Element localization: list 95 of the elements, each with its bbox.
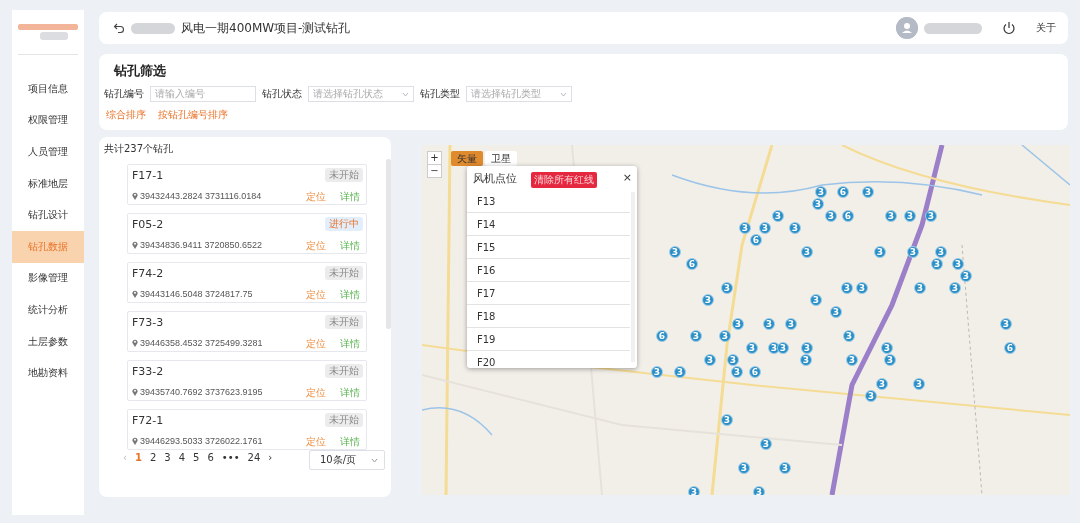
select-field[interactable]: 请选择钻孔状态 (308, 86, 414, 102)
turbine-item[interactable]: F20 (467, 351, 630, 368)
borehole-name: F73-3 (132, 316, 164, 329)
pin-icon (132, 241, 138, 249)
sidebar-item[interactable]: 影像管理 (12, 262, 84, 295)
sidebar-item[interactable]: 地勘资料 (12, 357, 84, 389)
turbine-item[interactable]: F19 (467, 328, 630, 351)
status-badge: 未开始 (325, 266, 363, 280)
scrollbar[interactable] (386, 159, 391, 329)
locate-link[interactable]: 定位 (306, 337, 326, 351)
detail-link[interactable]: 详情 (340, 288, 360, 302)
sidebar-item[interactable]: 人员管理 (12, 136, 84, 168)
turbine-item[interactable]: F18 (467, 305, 630, 328)
page-number[interactable]: 2 (149, 452, 157, 463)
page-number[interactable]: 6 (207, 452, 214, 463)
status-badge: 未开始 (325, 168, 363, 182)
status-badge: 进行中 (325, 217, 363, 231)
back-icon[interactable] (113, 22, 125, 34)
borehole-name: F17-1 (132, 169, 164, 182)
detail-link[interactable]: 详情 (340, 337, 360, 351)
sidebar-item[interactable]: 钻孔数据 (12, 230, 84, 263)
borehole-name: F74-2 (132, 267, 164, 280)
pin-icon (132, 290, 138, 298)
field-label: 钻孔状态 (262, 87, 302, 101)
filter-title: 钻孔筛选 (114, 62, 167, 80)
page-size-select[interactable]: 10条/页 (309, 450, 385, 470)
coordinates: 39443146.5048 3724817.75 (140, 289, 253, 299)
pin-icon (132, 192, 138, 200)
pin-icon (132, 437, 138, 445)
blurred-text (131, 22, 175, 34)
close-button[interactable]: × (622, 171, 632, 184)
popup-title: 风机点位 (473, 171, 517, 186)
cluster-marker[interactable]: 3 (688, 486, 700, 495)
locate-link[interactable]: 定位 (306, 386, 326, 400)
cluster-marker[interactable]: 3 (753, 486, 765, 495)
turbine-item[interactable]: F15 (467, 236, 630, 259)
locate-link[interactable]: 定位 (306, 435, 326, 449)
locate-link[interactable]: 定位 (306, 288, 326, 302)
page-number[interactable]: 4 (178, 452, 186, 463)
status-badge: 未开始 (325, 315, 363, 329)
power-icon[interactable] (1002, 21, 1016, 35)
detail-link[interactable]: 详情 (340, 239, 360, 253)
blurred-username (924, 22, 982, 34)
status-badge: 未开始 (325, 413, 363, 427)
sidebar-item[interactable]: 权限管理 (12, 104, 84, 137)
detail-link[interactable]: 详情 (340, 190, 360, 204)
sort-link[interactable]: 综合排序 (106, 108, 146, 122)
sidebar-item[interactable]: 钻孔设计 (12, 199, 84, 231)
borehole-name: F05-2 (132, 218, 164, 231)
zoom-out-button[interactable]: − (428, 164, 441, 177)
locate-link[interactable]: 定位 (306, 239, 326, 253)
page-title: 风电一期400MW项目-测试钻孔 (181, 19, 351, 37)
coordinates: 39435740.7692 3737623.9195 (140, 387, 263, 397)
layer-tab[interactable]: 矢量 (451, 151, 483, 166)
turbine-item[interactable]: F16 (467, 259, 630, 282)
about-link[interactable]: 关于 (1036, 21, 1056, 35)
page-number[interactable]: 1 (135, 452, 142, 463)
sidebar-item[interactable]: 土层参数 (12, 325, 84, 358)
select-field[interactable]: 请选择钻孔类型 (466, 86, 572, 102)
layer-tab[interactable]: 卫星 (485, 151, 517, 166)
caret-icon (371, 457, 378, 463)
sort-link[interactable]: 按钻孔编号排序 (158, 108, 228, 122)
locate-link[interactable]: 定位 (306, 190, 326, 204)
sidebar-item[interactable]: 统计分析 (12, 294, 84, 326)
page-ellipsis[interactable]: ••• (221, 452, 240, 463)
status-badge: 未开始 (325, 364, 363, 378)
sidebar-item[interactable]: 项目信息 (12, 73, 84, 105)
page-number[interactable]: 5 (193, 452, 200, 463)
turbine-item[interactable]: F13 (467, 190, 630, 213)
page-number[interactable]: 3 (164, 452, 171, 463)
pin-icon (132, 339, 138, 347)
detail-link[interactable]: 详情 (340, 435, 360, 449)
total-count: 共计237个钻孔 (104, 142, 174, 156)
sidebar-item[interactable]: 标准地层 (12, 167, 84, 200)
coordinates: 39432443.2824 3731116.0184 (140, 191, 262, 201)
zoom-in-button[interactable]: + (428, 152, 441, 164)
next-page[interactable]: › (268, 452, 273, 463)
avatar-icon[interactable] (896, 17, 918, 39)
caret-icon (402, 91, 409, 97)
page-number[interactable]: 24 (247, 452, 261, 463)
field-label: 钻孔编号 (104, 87, 144, 101)
caret-icon (560, 91, 567, 97)
turbine-item[interactable]: F17 (467, 282, 630, 305)
borehole-name: F33-2 (132, 365, 164, 378)
coordinates: 39434836.9411 3720850.6522 (140, 240, 262, 250)
detail-link[interactable]: 详情 (340, 386, 360, 400)
field-label: 钻孔类型 (420, 87, 460, 101)
coordinates: 39446293.5033 3726022.1761 (140, 436, 263, 446)
prev-page[interactable]: ‹ (123, 452, 127, 463)
pin-icon (132, 388, 138, 396)
input-field[interactable]: 请输入编号 (150, 86, 256, 102)
clear-lines-button[interactable]: 清除所有红线 (531, 172, 597, 188)
coordinates: 39446358.4532 3725499.3281 (140, 338, 263, 348)
borehole-name: F72-1 (132, 414, 164, 427)
turbine-item[interactable]: F14 (467, 213, 630, 236)
